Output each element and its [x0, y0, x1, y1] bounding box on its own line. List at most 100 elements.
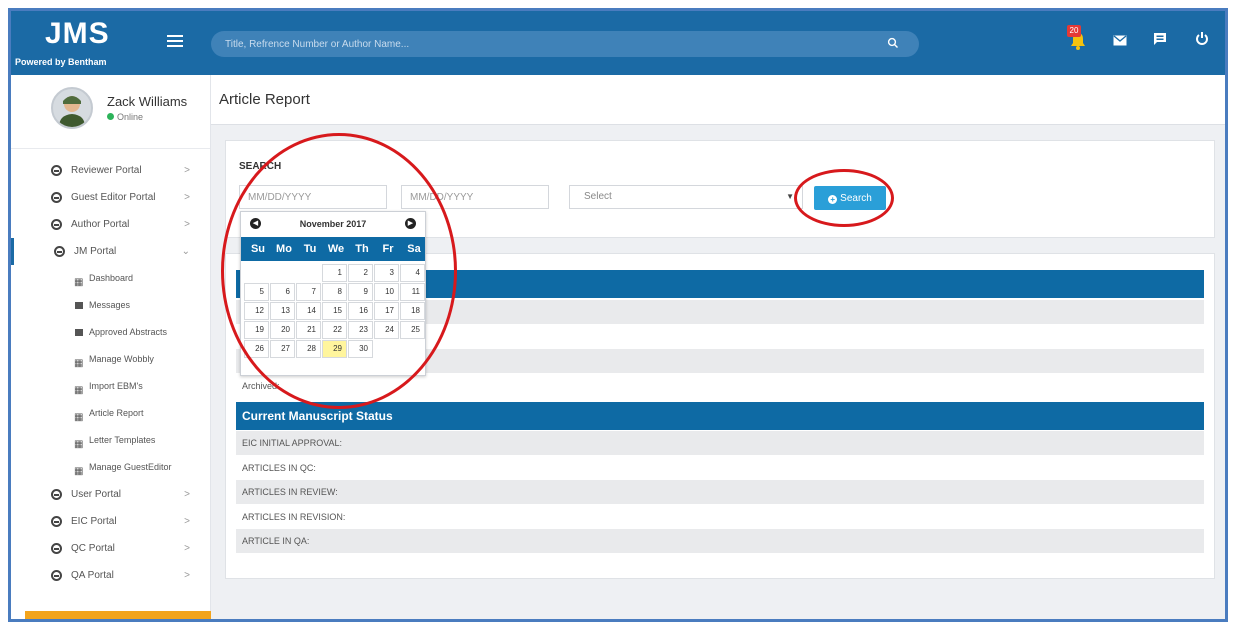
calendar-day[interactable]: 19 — [244, 321, 269, 339]
chevron-right-icon: > — [184, 192, 190, 203]
calendar-day[interactable]: 18 — [400, 302, 425, 320]
grid-icon — [74, 350, 83, 377]
calendar-day[interactable]: 17 — [374, 302, 399, 320]
chevron-right-icon: > — [184, 219, 190, 230]
sidebar-subitem-manage-wobbly[interactable]: Manage Wobbly — [11, 346, 210, 377]
power-icon[interactable] — [1191, 31, 1213, 53]
sidebar-item-user-portal[interactable]: User Portal > — [11, 481, 210, 508]
search-button[interactable]: + Search — [814, 186, 886, 210]
menu-toggle-icon[interactable] — [167, 35, 183, 47]
sidebar-item-author-portal[interactable]: Author Portal > — [11, 211, 210, 238]
global-search-input[interactable] — [225, 31, 875, 57]
sidebar-subitem-label: Approved Abstracts — [89, 327, 168, 337]
calendar-day[interactable]: 2 — [348, 264, 373, 282]
user-circle-icon — [51, 165, 62, 176]
calendar-day[interactable]: 16 — [348, 302, 373, 320]
user-circle-icon — [51, 489, 62, 500]
chevron-right-icon: > — [184, 570, 190, 581]
calendar-day[interactable]: 5 — [244, 283, 269, 301]
weekday-label: Th — [355, 243, 369, 255]
sidebar-subitem-manage-guesteditor[interactable]: Manage GuestEditor — [11, 454, 210, 485]
calendar-day[interactable]: 14 — [296, 302, 321, 320]
weekday-label: Su — [250, 243, 266, 255]
sidebar-subitem-letter-templates[interactable]: Letter Templates — [11, 427, 210, 458]
sidebar-item-label: Reviewer Portal — [71, 165, 142, 176]
calendar-day[interactable]: 6 — [270, 283, 295, 301]
to-date-input[interactable] — [401, 185, 549, 209]
calendar-day[interactable]: 11 — [400, 283, 425, 301]
weekday-label: Tu — [303, 243, 317, 255]
grid-icon — [74, 458, 83, 485]
calendar-day[interactable]: 1 — [322, 264, 347, 282]
manuscript-status-title: Current Manuscript Status — [236, 402, 1204, 430]
calendar-day-today[interactable]: 29 — [322, 340, 347, 358]
calendar-day[interactable]: 30 — [348, 340, 373, 358]
calendar-day[interactable]: 25 — [400, 321, 425, 339]
sidebar-item-label: QA Portal — [71, 570, 114, 581]
avatar[interactable] — [51, 87, 93, 129]
chevron-right-icon: > — [184, 165, 190, 176]
page-title: Article Report — [219, 91, 310, 108]
chat-icon[interactable] — [1149, 31, 1171, 53]
chevron-down-icon: ⌄ — [181, 246, 190, 257]
sidebar-item-eic-portal[interactable]: EIC Portal > — [11, 508, 210, 535]
status-select[interactable]: Select ▼ — [569, 185, 803, 209]
next-month-icon[interactable]: ▶ — [405, 218, 416, 229]
status-row: ARTICLES IN REVISION: — [242, 512, 346, 522]
calendar-day[interactable]: 10 — [374, 283, 399, 301]
user-name: Zack Williams — [107, 94, 188, 109]
weekday-label: Fr — [382, 243, 394, 255]
user-circle-icon — [51, 570, 62, 581]
date-picker: ◀ November 2017 ▶ Su Mo Tu We Th Fr Sa 1234567… — [240, 211, 426, 376]
sidebar-subitem-approved-abstracts[interactable]: Approved Abstracts — [11, 319, 210, 346]
user-profile: Zack Williams Online — [11, 75, 210, 149]
sidebar-item-jm-portal[interactable]: JM Portal ⌄ — [11, 238, 210, 265]
calendar-day[interactable]: 26 — [244, 340, 269, 358]
calendar-day[interactable]: 4 — [400, 264, 425, 282]
sidebar-item-qa-portal[interactable]: QA Portal > — [11, 562, 210, 589]
sidebar-subitem-label: Article Report — [89, 408, 144, 418]
top-icons: 20 — [1045, 11, 1225, 75]
calendar-day[interactable]: 12 — [244, 302, 269, 320]
search-icon[interactable] — [887, 37, 899, 49]
calendar-day[interactable]: 13 — [270, 302, 295, 320]
calendar-day[interactable]: 28 — [296, 340, 321, 358]
calendar-day[interactable]: 9 — [348, 283, 373, 301]
sidebar-subitem-import-ebms[interactable]: Import EBM's — [11, 373, 210, 404]
calendar-day[interactable]: 23 — [348, 321, 373, 339]
sidebar-item-guest-editor-portal[interactable]: Guest Editor Portal > — [11, 184, 210, 211]
sidebar-subitem-messages[interactable]: Messages — [11, 292, 210, 319]
sidebar-subitem-label: Letter Templates — [89, 435, 156, 445]
user-circle-icon — [51, 543, 62, 554]
calendar-day[interactable]: 3 — [374, 264, 399, 282]
sidebar-item-qc-portal[interactable]: QC Portal > — [11, 535, 210, 562]
status-row: ARTICLES IN QC: — [242, 463, 316, 473]
calendar-day[interactable]: 20 — [270, 321, 295, 339]
sidebar-footer-button[interactable] — [25, 611, 211, 619]
sidebar-item-label: EIC Portal — [71, 516, 117, 527]
sidebar-item-label: User Portal — [71, 489, 122, 500]
grid-icon — [74, 431, 83, 458]
calendar-day[interactable]: 7 — [296, 283, 321, 301]
mail-icon[interactable] — [1109, 31, 1131, 53]
user-circle-icon — [51, 192, 62, 203]
sidebar-subitem-label: Dashboard — [89, 273, 134, 283]
calendar-day[interactable]: 8 — [322, 283, 347, 301]
sidebar-item-label: QC Portal — [71, 543, 115, 554]
sidebar-item-reviewer-portal[interactable]: Reviewer Portal > — [11, 157, 210, 184]
calendar-day[interactable]: 15 — [322, 302, 347, 320]
calendar-day[interactable]: 27 — [270, 340, 295, 358]
sidebar-subitem-dashboard[interactable]: Dashboard — [11, 265, 210, 296]
sidebar-item-label: Guest Editor Portal — [71, 192, 156, 203]
global-search — [211, 31, 919, 57]
sidebar-subitem-article-report[interactable]: Article Report — [11, 400, 210, 431]
from-date-input[interactable] — [239, 185, 387, 209]
mail-icon — [75, 329, 83, 336]
brand-subtitle: Powered by Bentham — [15, 57, 107, 67]
sidebar-item-label: JM Portal — [74, 246, 117, 257]
calendar-day[interactable]: 21 — [296, 321, 321, 339]
calendar-day[interactable]: 22 — [322, 321, 347, 339]
calendar-day[interactable]: 24 — [374, 321, 399, 339]
user-circle-icon — [51, 516, 62, 527]
calendar-month: November 2017 — [299, 219, 367, 229]
